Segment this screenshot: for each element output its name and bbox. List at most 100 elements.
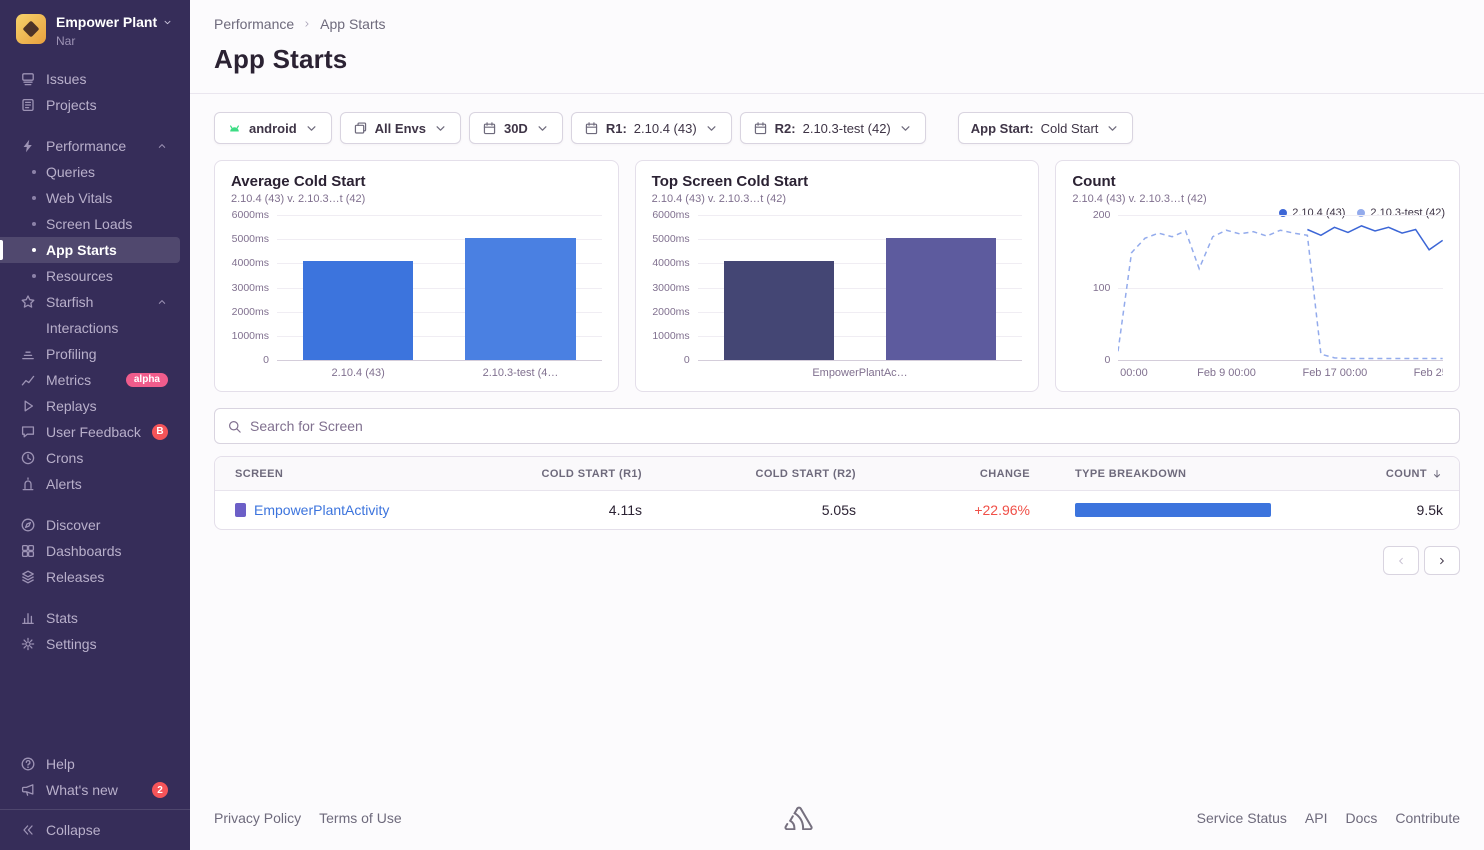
gridline (277, 215, 602, 216)
sidebar-item-label: What's new (46, 782, 118, 798)
y-axis-tick: 100 (1093, 282, 1111, 294)
bullet-icon (32, 274, 36, 278)
footer-link-api[interactable]: API (1305, 810, 1328, 826)
chevron-down-icon (704, 121, 719, 136)
sidebar-item-discover[interactable]: Discover (0, 512, 190, 538)
chart-bar (465, 238, 575, 360)
filter-value: android (249, 121, 297, 136)
sidebar-item-crons[interactable]: Crons (0, 445, 190, 471)
issues-icon (20, 71, 36, 87)
sidebar-item-stats[interactable]: Stats (0, 605, 190, 631)
org-switcher[interactable]: Empower Plant Nar (0, 0, 190, 56)
x-axis-label: 2.10.3-test (4… (483, 367, 559, 379)
bullet-icon (32, 196, 36, 200)
filter-value: 2.10.4 (43) (634, 121, 697, 136)
sidebar-item-label: Help (46, 756, 75, 772)
sidebar-item-user-feedback[interactable]: User FeedbackB (0, 419, 190, 445)
chart-y-axis: 6000ms5000ms4000ms3000ms2000ms1000ms0 (652, 215, 698, 360)
sidebar-item-metrics[interactable]: Metricsalpha (0, 367, 190, 393)
sidebar-item-help[interactable]: Help (0, 751, 190, 777)
prev-page-button[interactable] (1383, 546, 1419, 575)
y-axis-tick: 3000ms (652, 282, 689, 294)
sidebar-item-profiling[interactable]: Profiling (0, 341, 190, 367)
footer-link-docs[interactable]: Docs (1346, 810, 1378, 826)
metrics-badge: alpha (126, 373, 168, 387)
y-axis-tick: 6000ms (232, 209, 269, 221)
y-axis-tick: 4000ms (652, 257, 689, 269)
y-axis-tick: 0 (263, 354, 269, 366)
chart-title: Average Cold Start (231, 173, 602, 190)
bullet-icon (32, 248, 36, 252)
sidebar-item-settings[interactable]: Settings (0, 631, 190, 657)
alerts-icon (20, 476, 36, 492)
chart-title: Top Screen Cold Start (652, 173, 1023, 190)
sidebar-item-screen-loads[interactable]: Screen Loads (0, 211, 190, 237)
breadcrumb-performance[interactable]: Performance (214, 16, 294, 32)
chart-bar (303, 261, 413, 360)
y-axis-tick: 0 (684, 354, 690, 366)
search-input[interactable] (250, 418, 1447, 434)
sidebar-item-starfish[interactable]: Starfish (0, 289, 190, 315)
column-header-change[interactable]: CHANGE (872, 468, 1046, 480)
column-header-type-breakdown[interactable]: TYPE BREAKDOWN (1046, 468, 1296, 480)
filter-environment[interactable]: All Envs (340, 112, 461, 144)
org-name: Empower Plant (56, 14, 157, 31)
x-axis-label: Feb 17 00:00 (1302, 367, 1367, 379)
help-icon (20, 756, 36, 772)
sidebar-item-dashboards[interactable]: Dashboards (0, 538, 190, 564)
column-header-screen[interactable]: SCREEN (215, 468, 465, 480)
sidebar-item-label: Dashboards (46, 543, 122, 559)
feedback-icon (20, 424, 36, 440)
sidebar-item-releases[interactable]: Releases (0, 564, 190, 590)
sidebar-item-web-vitals[interactable]: Web Vitals (0, 185, 190, 211)
chevron-down-icon (1105, 121, 1120, 136)
column-header-count[interactable]: COUNT (1296, 468, 1459, 480)
sidebar-item-issues[interactable]: Issues (0, 66, 190, 92)
y-axis-tick: 5000ms (652, 233, 689, 245)
sidebar-item-performance[interactable]: Performance (0, 133, 190, 159)
sidebar-item-label: Performance (46, 138, 126, 154)
sidebar-item-what-s-new[interactable]: What's new2 (0, 777, 190, 803)
screen-link[interactable]: EmpowerPlantActivity (254, 502, 389, 518)
search-icon (227, 419, 242, 434)
footer-link-privacy-policy[interactable]: Privacy Policy (214, 810, 301, 826)
sidebar-nav: Issues Projects Performance Queries Web Vita… (0, 56, 190, 672)
sidebar-item-replays[interactable]: Replays (0, 393, 190, 419)
chevron-left-icon (1395, 555, 1407, 567)
column-header-cold-start-r2[interactable]: COLD START (R2) (658, 468, 872, 480)
filter-release-1[interactable]: R1:2.10.4 (43) (571, 112, 732, 144)
calendar-icon (584, 121, 599, 136)
chart-plot-area: 6000ms5000ms4000ms3000ms2000ms1000ms0 (652, 215, 1023, 360)
footer-link-terms-of-use[interactable]: Terms of Use (319, 810, 401, 826)
sidebar-item-label: Resources (46, 268, 113, 284)
next-page-button[interactable] (1424, 546, 1460, 575)
sidebar-collapse-button[interactable]: Collapse (0, 809, 190, 850)
filter-release-2[interactable]: R2:2.10.3-test (42) (740, 112, 926, 144)
filter-value: Cold Start (1041, 121, 1099, 136)
chevron-right-icon (1436, 555, 1448, 567)
screens-table: SCREENCOLD START (R1)COLD START (R2)CHAN… (214, 456, 1460, 530)
sidebar-item-resources[interactable]: Resources (0, 263, 190, 289)
sidebar-item-queries[interactable]: Queries (0, 159, 190, 185)
filter-project[interactable]: android (214, 112, 332, 144)
sidebar-item-label: Settings (46, 636, 97, 652)
sidebar-item-interactions[interactable]: Interactions (0, 315, 190, 341)
sidebar-item-alerts[interactable]: Alerts (0, 471, 190, 497)
sidebar-item-label: Queries (46, 164, 95, 180)
sidebar-item-app-starts[interactable]: App Starts (0, 237, 180, 263)
column-header-cold-start-r1[interactable]: COLD START (R1) (465, 468, 658, 480)
footer-link-service-status[interactable]: Service Status (1197, 810, 1287, 826)
main-content: Performance App Starts App Starts androi… (190, 0, 1484, 850)
count-line-chart (1118, 215, 1443, 360)
sidebar-item-label: Crons (46, 450, 83, 466)
filter-app-start-type[interactable]: App Start:Cold Start (958, 112, 1134, 144)
whatsnew-icon (20, 782, 36, 798)
footer-link-contribute[interactable]: Contribute (1395, 810, 1460, 826)
filter-date-range[interactable]: 30D (469, 112, 563, 144)
user-feedback-badge: B (152, 424, 168, 440)
sidebar-item-projects[interactable]: Projects (0, 92, 190, 118)
y-axis-tick: 200 (1093, 209, 1111, 221)
chevron-down-icon (898, 121, 913, 136)
sidebar-item-label: Issues (46, 71, 86, 87)
dashboards-icon (20, 543, 36, 559)
